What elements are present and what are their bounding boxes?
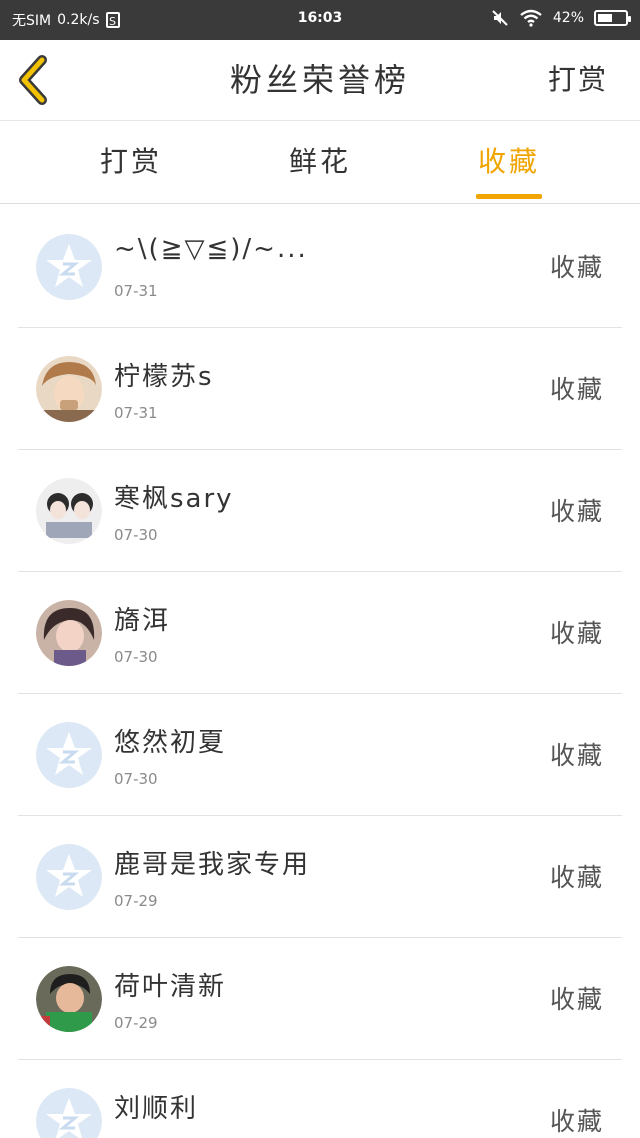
- item-date: 07-29: [114, 1014, 158, 1032]
- active-tab-indicator: [476, 194, 542, 199]
- item-action-label: 收藏: [549, 863, 604, 892]
- list-item[interactable]: 寒枫sary 07-30 收藏: [18, 450, 622, 572]
- wifi-icon: [520, 9, 542, 27]
- tab-bar: 打赏 鲜花 收藏: [0, 121, 640, 204]
- item-date: 07-30: [114, 648, 158, 666]
- user-name: ~\(≧▽≦)/~...: [114, 234, 308, 264]
- tab-favorites[interactable]: 收藏: [444, 121, 574, 203]
- reward-button[interactable]: 打赏: [548, 40, 608, 120]
- default-avatar-icon: [36, 722, 102, 788]
- list-item[interactable]: 荷叶清新 07-29 收藏: [18, 938, 622, 1060]
- tab-flowers[interactable]: 鲜花: [255, 121, 385, 203]
- user-avatar: [36, 966, 102, 1032]
- battery-icon: [594, 10, 631, 26]
- item-date: 07-29: [114, 892, 158, 910]
- list-item[interactable]: ~\(≧▽≦)/~... 07-31 收藏: [18, 206, 622, 328]
- tab-label: 鲜花: [288, 145, 351, 178]
- item-action-label: 收藏: [549, 741, 604, 770]
- item-date: 07-30: [114, 526, 158, 544]
- item-action-label: 收藏: [549, 375, 604, 404]
- item-action-label: 收藏: [549, 619, 604, 648]
- item-date: 07-30: [114, 770, 158, 788]
- default-avatar-icon: [36, 844, 102, 910]
- battery-percent: 42%: [552, 10, 584, 26]
- user-avatar: [36, 478, 102, 544]
- item-action-label: 收藏: [549, 253, 604, 282]
- item-date: 07-31: [114, 282, 158, 300]
- user-name: 柠檬苏s: [114, 362, 214, 392]
- item-action-label: 收藏: [549, 497, 604, 526]
- user-avatar: [36, 600, 102, 666]
- list-item[interactable]: 刘顺利 收藏: [18, 1060, 622, 1138]
- item-date: 07-31: [114, 404, 158, 422]
- header: 粉丝荣誉榜 打赏: [0, 40, 640, 121]
- list-item[interactable]: 鹿哥是我家专用 07-29 收藏: [18, 816, 622, 938]
- user-avatar: [36, 356, 102, 422]
- tab-label: 打赏: [99, 145, 162, 178]
- status-right: 42%: [491, 9, 631, 27]
- list-item[interactable]: 旖洱 07-30 收藏: [18, 572, 622, 694]
- list-item[interactable]: 柠檬苏s 07-31 收藏: [18, 328, 622, 450]
- user-name: 刘顺利: [114, 1094, 199, 1124]
- user-name: 悠然初夏: [114, 728, 227, 758]
- default-avatar-icon: [36, 234, 102, 300]
- list-item[interactable]: 悠然初夏 07-30 收藏: [18, 694, 622, 816]
- tab-reward[interactable]: 打赏: [66, 121, 196, 203]
- tab-label: 收藏: [477, 145, 540, 178]
- fan-list[interactable]: ~\(≧▽≦)/~... 07-31 收藏 柠檬苏s 07-31 收藏 寒枫sa…: [0, 206, 640, 1138]
- user-name: 旖洱: [114, 606, 171, 636]
- page-title: 粉丝荣誉榜: [229, 61, 410, 99]
- status-bar: 无SIM 0.2k/s S 16:03 42%: [0, 0, 640, 40]
- item-action-label: 收藏: [549, 1107, 604, 1136]
- default-avatar-icon: [36, 1088, 102, 1138]
- mute-icon: [492, 10, 508, 26]
- user-name: 寒枫sary: [114, 484, 234, 514]
- user-name: 荷叶清新: [114, 972, 227, 1002]
- user-name: 鹿哥是我家专用: [114, 850, 311, 880]
- item-action-label: 收藏: [549, 985, 604, 1014]
